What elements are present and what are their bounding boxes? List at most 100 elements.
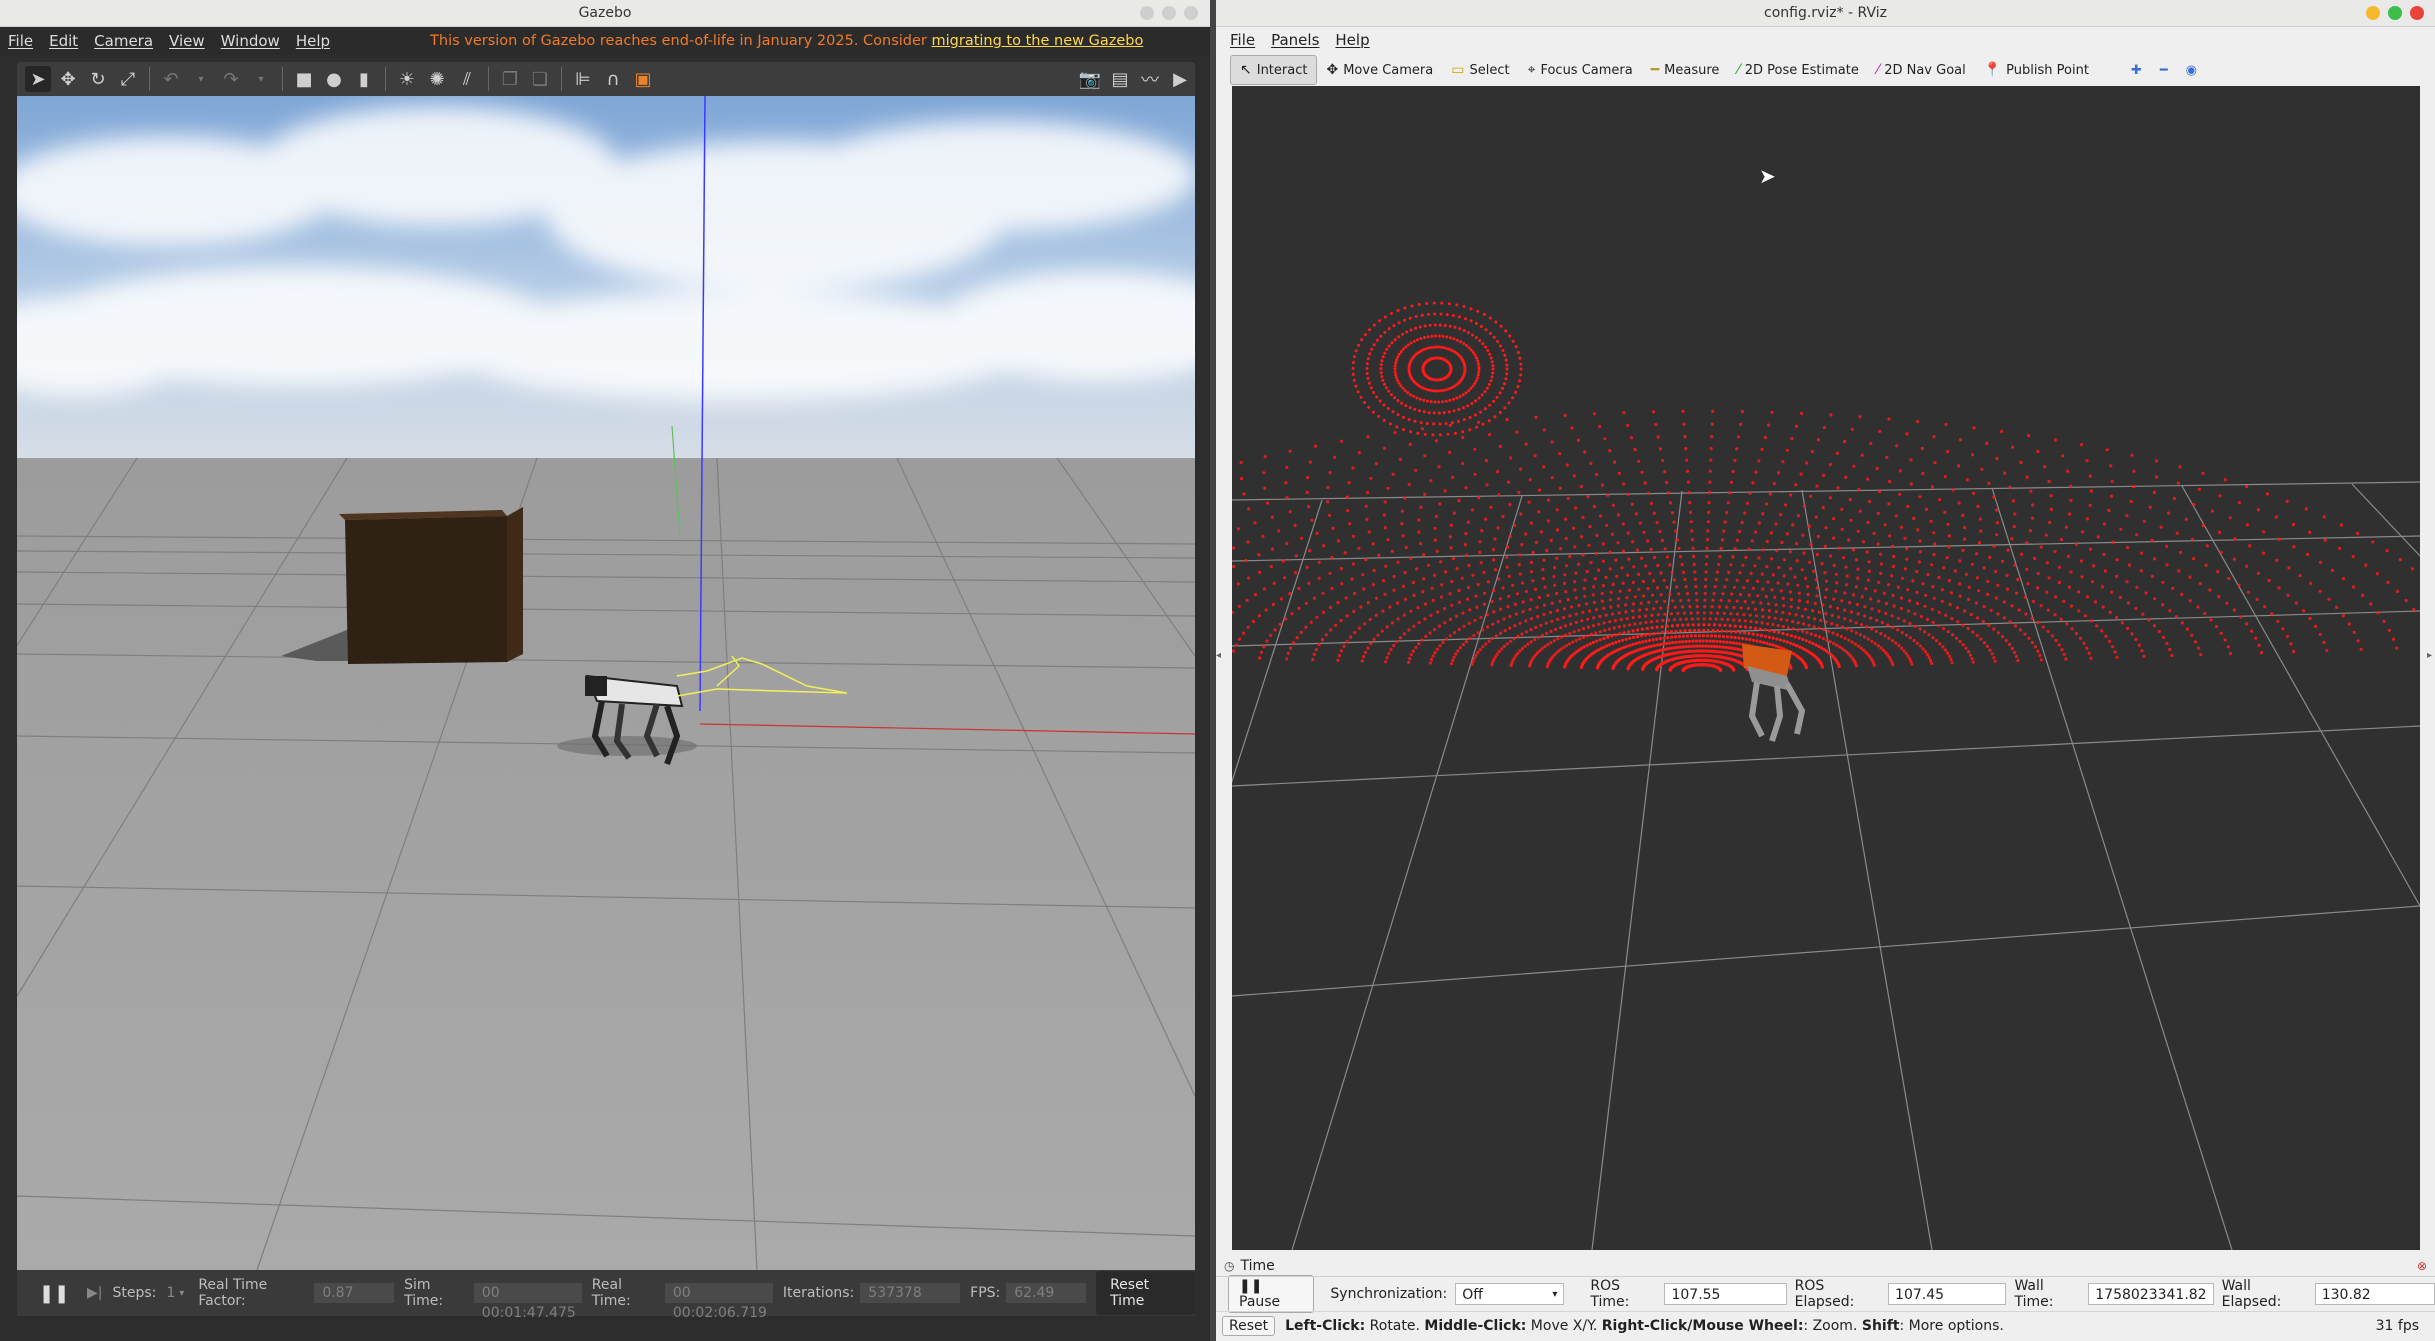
interact-icon: ↖ bbox=[1240, 62, 1252, 78]
left-dock-handle-icon[interactable]: ◂ bbox=[1216, 650, 1224, 680]
ros-time-value: 107.55 bbox=[1664, 1283, 1787, 1305]
reset-button[interactable]: Reset bbox=[1222, 1316, 1276, 1336]
video-record-icon[interactable]: ▶ bbox=[1167, 66, 1193, 92]
status-help: Left-Click: Rotate. Middle-Click: Move X… bbox=[1285, 1318, 2004, 1334]
ros-time-label: ROS Time: bbox=[1590, 1278, 1630, 1310]
undo-history-icon[interactable]: ▾ bbox=[188, 66, 214, 92]
pause-icon[interactable]: ❚❚ bbox=[39, 1283, 69, 1304]
status-help-right-click: Right-Click/Mouse Wheel: bbox=[1601, 1318, 1804, 1334]
gazebo-titlebar[interactable]: Gazebo bbox=[0, 0, 1210, 27]
menu-file[interactable]: File bbox=[0, 32, 41, 50]
reset-time-button[interactable]: Reset Time bbox=[1096, 1271, 1195, 1315]
robot-dog-model[interactable] bbox=[1742, 644, 1806, 742]
plot-icon[interactable]: 〰 bbox=[1137, 66, 1163, 92]
menu-camera[interactable]: Camera bbox=[86, 32, 161, 50]
wall-elapsed-value: 130.82 bbox=[2314, 1283, 2435, 1305]
rtf-value: 0.87 bbox=[314, 1283, 395, 1303]
tool-2d-pose-estimate[interactable]: ⁄ 2D Pose Estimate bbox=[1728, 56, 1867, 84]
tool-move-camera[interactable]: ✥ Move Camera bbox=[1317, 56, 1442, 84]
tool-2d-pose-estimate-label: 2D Pose Estimate bbox=[1744, 62, 1859, 78]
select-mode-icon[interactable]: ➤ bbox=[25, 66, 51, 92]
menu-view[interactable]: View bbox=[161, 32, 213, 50]
change-view-icon[interactable]: ▣ bbox=[630, 66, 656, 92]
minimize-button[interactable] bbox=[2366, 6, 2380, 20]
tool-select[interactable]: ▭ Select bbox=[1442, 56, 1518, 84]
wall-elapsed-label: Wall Elapsed: bbox=[2221, 1278, 2282, 1310]
close-button[interactable] bbox=[1184, 6, 1198, 20]
pause-button[interactable]: ❚❚ Pause bbox=[1228, 1275, 1315, 1313]
tool-measure-label: Measure bbox=[1664, 62, 1720, 78]
brown-box-model[interactable] bbox=[339, 507, 523, 664]
move-camera-icon: ✥ bbox=[1326, 62, 1339, 78]
tool-interact[interactable]: ↖ Interact bbox=[1230, 55, 1318, 85]
menu-panels[interactable]: Panels bbox=[1263, 31, 1327, 49]
sync-value: Off bbox=[1462, 1287, 1483, 1303]
steps-dropdown-icon[interactable]: ▾ bbox=[179, 1288, 184, 1299]
close-button[interactable] bbox=[2410, 6, 2424, 20]
rviz-3d-view[interactable]: ➤ bbox=[1232, 86, 2420, 1250]
snap-icon[interactable]: ∩ bbox=[600, 66, 626, 92]
rotate-icon[interactable]: ↻ bbox=[85, 66, 111, 92]
paste-icon[interactable]: ❏ bbox=[527, 66, 553, 92]
align-icon[interactable]: ⊫ bbox=[570, 66, 596, 92]
sync-dropdown[interactable]: Off ▾ bbox=[1455, 1283, 1565, 1305]
eol-notice-text: This version of Gazebo reaches end-of-li… bbox=[430, 33, 927, 49]
box-shape-icon[interactable]: ■ bbox=[291, 66, 317, 92]
menu-file[interactable]: File bbox=[1222, 31, 1263, 49]
publish-point-icon: 📍 bbox=[1983, 62, 2002, 78]
gazebo-scene bbox=[17, 96, 1195, 1270]
real-time-label: Real Time: bbox=[591, 1277, 631, 1309]
gazebo-menubar: File Edit Camera View Window Help This v… bbox=[0, 27, 1210, 55]
directional-light-icon[interactable]: ⫽ bbox=[454, 66, 480, 92]
undo-icon[interactable]: ↶ bbox=[158, 66, 184, 92]
pause-icon: ❚❚ bbox=[1239, 1278, 1263, 1294]
maximize-button[interactable] bbox=[2388, 6, 2402, 20]
close-panel-icon[interactable]: ⊗ bbox=[2417, 1259, 2427, 1273]
cylinder-shape-icon[interactable]: ▮ bbox=[351, 66, 377, 92]
steps-value[interactable]: 1 bbox=[166, 1285, 175, 1301]
minimize-button[interactable] bbox=[1140, 6, 1154, 20]
focus-camera-icon: ⌖ bbox=[1527, 62, 1536, 78]
tool-2d-nav-goal[interactable]: ⁄ 2D Nav Goal bbox=[1868, 56, 1975, 84]
redo-history-icon[interactable]: ▾ bbox=[248, 66, 274, 92]
sphere-shape-icon[interactable]: ● bbox=[321, 66, 347, 92]
tool-focus-camera[interactable]: ⌖ Focus Camera bbox=[1519, 56, 1642, 84]
point-light-icon[interactable]: ☀ bbox=[394, 66, 420, 92]
tool-properties-icon[interactable]: ◉ bbox=[2177, 56, 2206, 84]
pause-button-label: Pause bbox=[1239, 1294, 1281, 1310]
menu-help[interactable]: Help bbox=[288, 32, 338, 50]
gazebo-title: Gazebo bbox=[578, 5, 632, 21]
tool-measure[interactable]: ━ Measure bbox=[1642, 56, 1729, 84]
tool-focus-camera-label: Focus Camera bbox=[1540, 62, 1633, 78]
gazebo-3d-viewport[interactable] bbox=[17, 96, 1195, 1270]
wall-time-value: 1758023341.82 bbox=[2088, 1283, 2214, 1305]
rviz-title: config.rviz* - RViz bbox=[1764, 5, 1887, 21]
menu-help[interactable]: Help bbox=[1327, 31, 1377, 49]
fps-readout: 31 fps bbox=[2375, 1318, 2419, 1334]
tool-publish-point-label: Publish Point bbox=[2006, 62, 2089, 78]
maximize-button[interactable] bbox=[1162, 6, 1176, 20]
pose-estimate-icon: ⁄ bbox=[1737, 62, 1740, 78]
status-help-text-1: Rotate. bbox=[1365, 1318, 1425, 1334]
redo-icon[interactable]: ↷ bbox=[218, 66, 244, 92]
tool-publish-point[interactable]: 📍 Publish Point bbox=[1975, 56, 2098, 84]
menu-window[interactable]: Window bbox=[213, 32, 288, 50]
time-panel: ◷ Time ⊗ ❚❚ Pause Synchronization: Off ▾ … bbox=[1216, 1256, 2435, 1341]
remove-tool-icon[interactable]: ━ bbox=[2151, 56, 2177, 84]
spot-light-icon[interactable]: ✺ bbox=[424, 66, 450, 92]
ros-elapsed-label: ROS Elapsed: bbox=[1794, 1278, 1855, 1310]
right-dock-handle-icon[interactable]: ▸ bbox=[2427, 650, 2435, 680]
menu-edit[interactable]: Edit bbox=[41, 32, 86, 50]
log-icon[interactable]: ▤ bbox=[1107, 66, 1133, 92]
rviz-titlebar[interactable]: config.rviz* - RViz bbox=[1216, 0, 2435, 27]
step-icon[interactable]: ▶| bbox=[87, 1285, 102, 1301]
add-tool-icon[interactable]: ✚ bbox=[2122, 56, 2151, 84]
scale-icon[interactable]: ⤢ bbox=[115, 66, 141, 92]
rviz-scene bbox=[1232, 301, 2420, 1250]
rtf-label: Real Time Factor: bbox=[198, 1277, 268, 1309]
translate-icon[interactable]: ✥ bbox=[55, 66, 81, 92]
status-help-text-4: : More options. bbox=[1899, 1318, 2004, 1334]
copy-icon[interactable]: ❐ bbox=[497, 66, 523, 92]
screenshot-icon[interactable]: 📷 bbox=[1077, 66, 1103, 92]
eol-link[interactable]: migrating to the new Gazebo bbox=[932, 33, 1144, 49]
